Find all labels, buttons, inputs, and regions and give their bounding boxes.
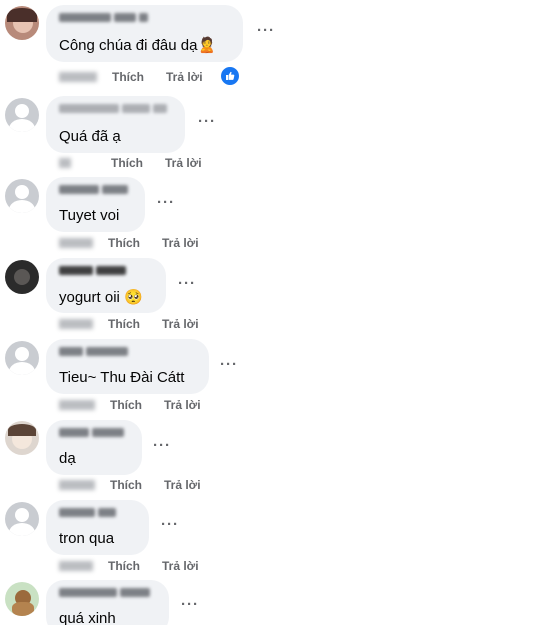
commenter-name[interactable] (59, 183, 128, 195)
avatar[interactable] (5, 6, 39, 40)
commenter-name[interactable] (59, 102, 167, 114)
comment-bubble: yogurt oii 🥺 (46, 258, 166, 313)
comment-item: dạ ··· Thích Trả lời (0, 418, 556, 498)
like-reaction-icon[interactable] (219, 65, 241, 87)
reply-button[interactable]: Trả lời (162, 317, 199, 331)
more-options-icon[interactable]: ··· (198, 113, 216, 130)
avatar[interactable] (5, 341, 39, 375)
comment-text: tron qua (59, 530, 115, 547)
comment-text: yogurt oii 🥺 (59, 289, 143, 306)
comment-actions: Thích Trả lời (59, 559, 199, 573)
like-button[interactable]: Thích (112, 70, 144, 84)
like-button[interactable]: Thích (110, 398, 142, 412)
commenter-name[interactable] (59, 586, 150, 598)
comment-bubble: Công chúa đi đâu dạ🙎 (46, 5, 243, 62)
comment-text: Tieu~ Thu Đài Cátt (59, 369, 185, 386)
more-options-icon[interactable]: ··· (257, 22, 275, 39)
avatar[interactable] (5, 260, 39, 294)
timestamp[interactable] (59, 480, 95, 490)
avatar[interactable] (5, 98, 39, 132)
commenter-name[interactable] (59, 506, 116, 518)
comment-item: Quá đã ạ ··· Thích Trả lời (0, 92, 556, 172)
avatar[interactable] (5, 179, 39, 213)
like-button[interactable]: Thích (111, 156, 143, 170)
more-options-icon[interactable]: ··· (153, 437, 171, 454)
comment-bubble: quá xinh (46, 580, 169, 625)
like-button[interactable]: Thích (108, 317, 140, 331)
comment-bubble: Tuyet voi (46, 177, 145, 232)
commenter-name[interactable] (59, 426, 124, 438)
reply-button[interactable]: Trả lời (162, 559, 199, 573)
comment-actions: Thích Trả lời (59, 478, 201, 492)
more-options-icon[interactable]: ··· (181, 596, 199, 613)
reply-button[interactable]: Trả lời (165, 156, 202, 170)
comment-item: quá xinh ··· (0, 578, 556, 625)
timestamp[interactable] (59, 561, 93, 571)
timestamp[interactable] (59, 400, 95, 410)
timestamp[interactable] (59, 158, 71, 168)
more-options-icon[interactable]: ··· (178, 275, 196, 292)
avatar[interactable] (5, 502, 39, 536)
comment-text: Công chúa đi đâu dạ🙎 (59, 37, 217, 54)
commenter-name[interactable] (59, 264, 126, 276)
avatar[interactable] (5, 582, 39, 616)
comment-bubble: dạ (46, 420, 142, 475)
avatar[interactable] (5, 421, 39, 455)
comment-item: Tuyet voi ··· Thích Trả lời (0, 175, 556, 255)
timestamp[interactable] (59, 72, 97, 82)
reply-button[interactable]: Trả lời (166, 70, 203, 84)
comment-bubble: tron qua (46, 500, 149, 555)
comment-text: Quá đã ạ (59, 128, 121, 145)
comment-actions: Thích Trả lời (59, 317, 199, 331)
reply-button[interactable]: Trả lời (164, 398, 201, 412)
timestamp[interactable] (59, 319, 93, 329)
more-options-icon[interactable]: ··· (157, 194, 175, 211)
like-button[interactable]: Thích (110, 478, 142, 492)
like-button[interactable]: Thích (108, 236, 140, 250)
comment-actions: Thích Trả lời (59, 236, 199, 250)
comment-item: tron qua ··· Thích Trả lời (0, 498, 556, 578)
more-options-icon[interactable]: ··· (220, 356, 238, 373)
comment-text: dạ (59, 450, 76, 467)
comment-bubble: Quá đã ạ (46, 96, 185, 153)
reply-button[interactable]: Trả lời (164, 478, 201, 492)
timestamp[interactable] (59, 238, 93, 248)
comment-actions: Thích Trả lời (59, 156, 202, 170)
comment-text: quá xinh (59, 610, 116, 625)
comment-actions: Thích Trả lời (59, 398, 201, 412)
commenter-name[interactable] (59, 11, 148, 23)
comment-bubble: Tieu~ Thu Đài Cátt (46, 339, 209, 394)
comment-item: Công chúa đi đâu dạ🙎 ··· Thích Trả lời (0, 0, 556, 90)
commenter-name[interactable] (59, 345, 128, 357)
like-button[interactable]: Thích (108, 559, 140, 573)
comment-text: Tuyet voi (59, 207, 120, 224)
comment-actions: Thích Trả lời (59, 70, 203, 84)
reply-button[interactable]: Trả lời (162, 236, 199, 250)
more-options-icon[interactable]: ··· (161, 516, 179, 533)
comment-item: Tieu~ Thu Đài Cátt ··· Thích Trả lời (0, 337, 556, 417)
comment-item: yogurt oii 🥺 ··· Thích Trả lời (0, 256, 556, 336)
